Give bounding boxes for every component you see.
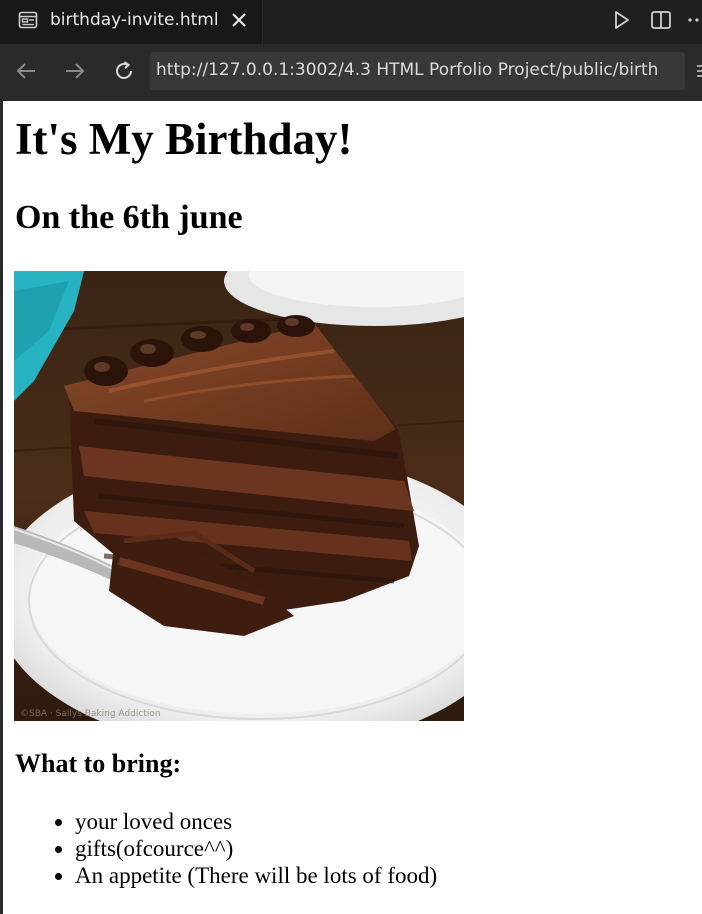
bring-heading: What to bring: bbox=[15, 749, 182, 778]
date-heading: On the 6th june bbox=[15, 199, 243, 236]
page-viewport: It's My Birthday! On the 6th june ©SBA ·… bbox=[0, 101, 702, 914]
editor-tab-bar: birthday-invite.html bbox=[0, 0, 702, 44]
tab-birthday-invite[interactable]: birthday-invite.html bbox=[0, 0, 263, 44]
preview-icon bbox=[18, 11, 38, 29]
browser-nav-bar: http://127.0.0.1:3002/4.3 HTML Porfolio … bbox=[0, 44, 702, 98]
list-item: your loved onces bbox=[75, 808, 437, 835]
run-icon[interactable] bbox=[610, 9, 632, 31]
close-icon[interactable] bbox=[228, 9, 250, 31]
list-item: gifts(ofcource^^) bbox=[75, 835, 437, 862]
svg-text:©SBA · Sallys Baking Addiction: ©SBA · Sallys Baking Addiction bbox=[20, 709, 161, 719]
back-arrow-icon[interactable] bbox=[14, 59, 38, 83]
cake-image: ©SBA · Sallys Baking Addiction bbox=[14, 271, 464, 721]
split-editor-icon[interactable] bbox=[650, 9, 672, 31]
reload-icon[interactable] bbox=[112, 59, 136, 83]
url-text: http://127.0.0.1:3002/4.3 HTML Porfolio … bbox=[156, 60, 659, 80]
tab-title: birthday-invite.html bbox=[50, 10, 219, 30]
menu-icon[interactable] bbox=[696, 60, 702, 84]
more-actions-icon[interactable] bbox=[686, 9, 702, 31]
forward-arrow-icon[interactable] bbox=[63, 59, 87, 83]
page-title: It's My Birthday! bbox=[15, 114, 353, 164]
list-item: An appetite (There will be lots of food) bbox=[75, 862, 437, 889]
url-input[interactable]: http://127.0.0.1:3002/4.3 HTML Porfolio … bbox=[150, 52, 685, 90]
bring-list: your loved onces gifts(ofcource^^) An ap… bbox=[75, 808, 437, 889]
